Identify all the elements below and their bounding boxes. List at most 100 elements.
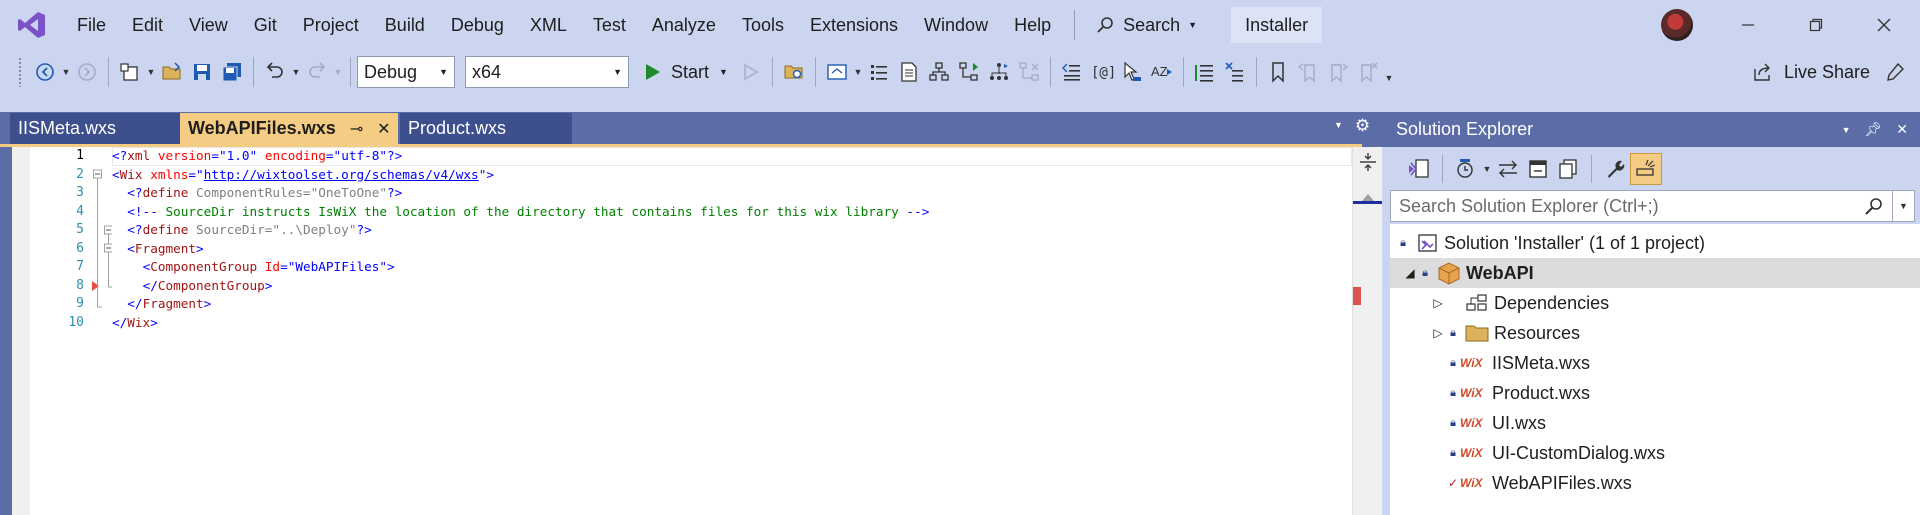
tab-webapifiles[interactable]: WebAPIFiles.wxs ⊸ ✕ (180, 113, 398, 144)
next-bookmark-icon[interactable] (1323, 57, 1353, 87)
browser-link-dropdown[interactable]: ▼ (852, 57, 864, 87)
start-without-debugging-icon[interactable] (736, 57, 766, 87)
navigate-forward-icon[interactable] (72, 57, 102, 87)
tab-product[interactable]: Product.wxs (400, 113, 572, 144)
gear-icon[interactable]: ⚙ (1355, 116, 1370, 136)
tree-item-file[interactable]: 🔒︎ WiX UI-CustomDialog.wxs (1390, 438, 1920, 468)
menu-analyze[interactable]: Analyze (639, 0, 729, 50)
tree-item-project[interactable]: ◢ 🔒︎ WebAPI (1390, 258, 1920, 288)
menu-tools[interactable]: Tools (729, 0, 797, 50)
live-share-button[interactable]: Live Share (1752, 50, 1870, 94)
visual-studio-logo-icon[interactable] (0, 0, 64, 50)
diagram-add-icon[interactable] (954, 57, 984, 87)
pin-panel-icon[interactable]: 📌︎ (1864, 121, 1882, 138)
restore-button[interactable] (1786, 0, 1846, 50)
tree-item-dependencies[interactable]: ▷ Dependencies (1390, 288, 1920, 318)
undo-icon[interactable] (260, 57, 290, 87)
save-icon[interactable] (187, 57, 217, 87)
disabled-diagram-icon[interactable] (1014, 57, 1044, 87)
editor-margin[interactable] (12, 147, 30, 515)
xslt-cursor-icon[interactable] (1117, 57, 1147, 87)
close-tab-icon[interactable]: ✕ (377, 119, 390, 139)
search-options-dropdown[interactable]: ▼ (1892, 191, 1914, 221)
menu-project[interactable]: Project (290, 0, 372, 50)
toolbar-overflow-dropdown[interactable]: ▼ (1383, 63, 1395, 93)
split-window-icon[interactable] (1357, 151, 1379, 178)
code-text[interactable]: <?xml version="1.0" encoding="utf-8"?> <… (112, 147, 1342, 332)
new-item-dropdown[interactable]: ▼ (145, 57, 157, 87)
solution-explorer-search-input[interactable]: Search Solution Explorer (Ctrl+;) ▼ (1390, 190, 1915, 222)
menu-view[interactable]: View (176, 0, 241, 50)
document-icon[interactable] (894, 57, 924, 87)
menu-debug[interactable]: Debug (438, 0, 517, 50)
class-diagram-icon[interactable] (984, 57, 1014, 87)
undo-dropdown[interactable]: ▼ (290, 57, 302, 87)
collapse-icons[interactable] (92, 147, 113, 347)
vertical-scrollbar[interactable] (1352, 147, 1382, 515)
scroll-thumb[interactable] (1353, 201, 1382, 204)
minimize-button[interactable] (1718, 0, 1778, 50)
close-window-button[interactable] (1854, 0, 1914, 50)
bookmark-icon[interactable] (1263, 57, 1293, 87)
tree-item-file[interactable]: 🔒︎ WiX Product.wxs (1390, 378, 1920, 408)
menu-git[interactable]: Git (241, 0, 290, 50)
navigate-back-icon[interactable] (30, 57, 60, 87)
properties-wrench-icon[interactable] (1600, 154, 1630, 184)
filter-dropdown[interactable]: ▼ (1481, 154, 1493, 184)
navigate-back-dropdown[interactable]: ▼ (60, 57, 72, 87)
tree-item-resources[interactable]: ▷ 🔒︎ Resources (1390, 318, 1920, 348)
toolbar-grip[interactable] (18, 57, 22, 87)
redo-icon[interactable] (302, 57, 332, 87)
tree-item-file[interactable]: ✓ WiX WebAPIFiles.wxs (1390, 468, 1920, 498)
menu-file[interactable]: File (64, 0, 119, 50)
feedback-icon[interactable] (1880, 57, 1910, 87)
tab-list-dropdown-icon[interactable]: ▼ (1334, 116, 1343, 136)
menu-test[interactable]: Test (580, 0, 639, 50)
tree-item-file[interactable]: 🔒︎ WiX UI.wxs (1390, 408, 1920, 438)
search-button[interactable]: Search ▼ (1085, 9, 1209, 41)
solution-configuration-select[interactable]: Debug ▼ (357, 56, 455, 88)
show-all-files-icon[interactable] (1553, 154, 1583, 184)
switch-views-icon[interactable] (1404, 154, 1434, 184)
expanded-arrow-icon[interactable]: ◢ (1402, 266, 1418, 280)
decrease-indent-icon[interactable] (1057, 57, 1087, 87)
open-file-icon[interactable] (157, 57, 187, 87)
redo-dropdown[interactable]: ▼ (332, 57, 344, 87)
comment-lines-icon[interactable] (1190, 57, 1220, 87)
previous-bookmark-icon[interactable] (1293, 57, 1323, 87)
menu-xml[interactable]: XML (517, 0, 580, 50)
collapsed-arrow-icon[interactable]: ▷ (1430, 296, 1446, 310)
browser-link-icon[interactable] (822, 57, 852, 87)
clear-bookmarks-icon[interactable] (1353, 57, 1383, 87)
user-avatar[interactable] (1661, 9, 1693, 41)
menu-edit[interactable]: Edit (119, 0, 176, 50)
menu-help[interactable]: Help (1001, 0, 1064, 50)
window-position-dropdown-icon[interactable]: ▼ (1842, 125, 1851, 135)
menu-extensions[interactable]: Extensions (797, 0, 911, 50)
preview-selected-items-icon[interactable] (1630, 153, 1662, 185)
hierarchy-icon[interactable] (924, 57, 954, 87)
collapse-all-icon[interactable] (1523, 154, 1553, 184)
menu-build[interactable]: Build (372, 0, 438, 50)
uncomment-lines-icon[interactable] (1220, 57, 1250, 87)
tree-item-file[interactable]: 🔒︎ WiX IISMeta.wxs (1390, 348, 1920, 378)
menu-window[interactable]: Window (911, 0, 1001, 50)
start-debugging-button[interactable]: Start ▼ (637, 56, 736, 88)
tab-iismeta[interactable]: IISMeta.wxs (10, 113, 180, 144)
pending-changes-filter-icon[interactable] (1451, 154, 1481, 184)
find-in-files-icon[interactable] (779, 57, 809, 87)
code-editor[interactable]: 1 2 3 4 5 6 7 8 9 10 <?xml version="1.0"… (12, 147, 1352, 515)
sort-alphabetic-icon[interactable]: AZ (1147, 57, 1177, 87)
collapsed-arrow-icon[interactable]: ▷ (1430, 326, 1446, 340)
format-attributes-icon[interactable]: [@] (1087, 57, 1117, 87)
solution-platform-select[interactable]: x64 ▼ (465, 56, 629, 88)
pin-tab-icon[interactable]: ⊸ (350, 119, 363, 139)
save-all-icon[interactable] (217, 57, 247, 87)
solution-explorer-title-bar[interactable]: Solution Explorer ▼ 📌︎ ✕ (1382, 112, 1920, 147)
bulleted-list-icon[interactable] (864, 57, 894, 87)
tree-item-solution[interactable]: 🔒︎ Solution 'Installer' (1 of 1 project) (1390, 228, 1920, 258)
close-panel-icon[interactable]: ✕ (1896, 121, 1908, 138)
new-project-icon[interactable] (115, 57, 145, 87)
sync-with-active-document-icon[interactable] (1493, 154, 1523, 184)
solution-tree[interactable]: 🔒︎ Solution 'Installer' (1 of 1 project)… (1390, 224, 1920, 515)
